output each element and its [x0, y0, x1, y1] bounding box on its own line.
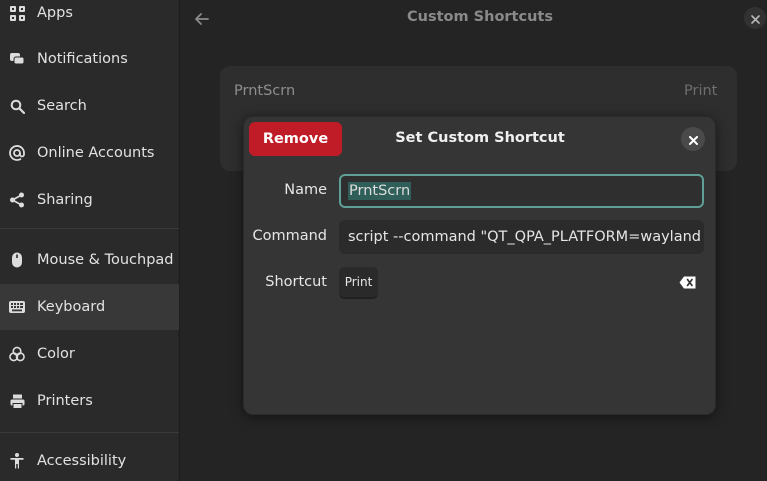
sidebar-item-printers[interactable]: Printers	[0, 378, 179, 424]
sidebar-item-search[interactable]: Search	[0, 83, 179, 129]
sidebar: Apps Notifications Search Online Account…	[0, 0, 179, 481]
command-field[interactable]: script --command "QT_QPA_PLATFORM=waylan…	[339, 220, 704, 254]
page-title: Custom Shortcuts	[407, 9, 553, 25]
remove-button[interactable]: Remove	[249, 122, 342, 156]
sidebar-item-notifications[interactable]: Notifications	[0, 36, 179, 82]
accessibility-icon	[9, 453, 25, 469]
search-icon	[9, 98, 25, 114]
window-close-button[interactable]	[744, 7, 766, 29]
sidebar-separator	[0, 432, 179, 433]
clear-shortcut-button[interactable]	[677, 273, 697, 293]
apps-grid-icon	[9, 5, 25, 21]
sidebar-item-label: Accessibility	[37, 453, 127, 469]
close-icon	[750, 9, 760, 28]
mouse-icon	[9, 252, 25, 268]
shortcut-keycap[interactable]: Print	[339, 267, 378, 299]
command-label: Command	[252, 228, 327, 244]
name-field[interactable]: PrntScrn	[339, 174, 704, 208]
at-sign-icon	[9, 145, 25, 161]
shortcut-row-key: Print	[684, 83, 718, 99]
share-icon	[9, 192, 25, 208]
sidebar-item-accessibility[interactable]: Accessibility	[0, 438, 179, 481]
sidebar-separator	[0, 228, 179, 229]
sidebar-item-apps[interactable]: Apps	[0, 0, 179, 36]
sidebar-item-label: Mouse & Touchpad	[37, 252, 174, 268]
sidebar-item-label: Search	[37, 98, 87, 114]
sidebar-item-label: Online Accounts	[37, 145, 155, 161]
sidebar-item-label: Keyboard	[37, 299, 106, 315]
name-label: Name	[284, 182, 327, 198]
sidebar-item-label: Apps	[37, 5, 73, 21]
backspace-icon	[679, 274, 696, 293]
sidebar-item-label: Sharing	[37, 192, 93, 208]
name-field-value: PrntScrn	[348, 182, 412, 200]
shortcut-label: Shortcut	[265, 274, 327, 290]
close-icon	[688, 130, 698, 149]
color-icon	[9, 346, 25, 362]
dialog-title: Set Custom Shortcut	[395, 130, 565, 146]
sidebar-item-sharing[interactable]: Sharing	[0, 177, 179, 223]
sidebar-item-mouse-touchpad[interactable]: Mouse & Touchpad	[0, 237, 179, 283]
sidebar-item-label: Notifications	[37, 51, 128, 67]
shortcut-row-name[interactable]: PrntScrn	[234, 83, 295, 99]
dialog-close-button[interactable]	[681, 127, 705, 151]
keyboard-icon	[9, 299, 25, 315]
notifications-icon	[9, 51, 25, 67]
sidebar-item-color[interactable]: Color	[0, 331, 179, 377]
sidebar-item-label: Printers	[37, 393, 93, 409]
sidebar-item-online-accounts[interactable]: Online Accounts	[0, 130, 179, 176]
sidebar-item-keyboard[interactable]: Keyboard	[0, 284, 179, 330]
printer-icon	[9, 393, 25, 409]
back-button[interactable]	[190, 8, 214, 30]
set-custom-shortcut-dialog	[243, 116, 716, 415]
sidebar-item-label: Color	[37, 346, 75, 362]
arrow-left-icon	[195, 10, 209, 29]
